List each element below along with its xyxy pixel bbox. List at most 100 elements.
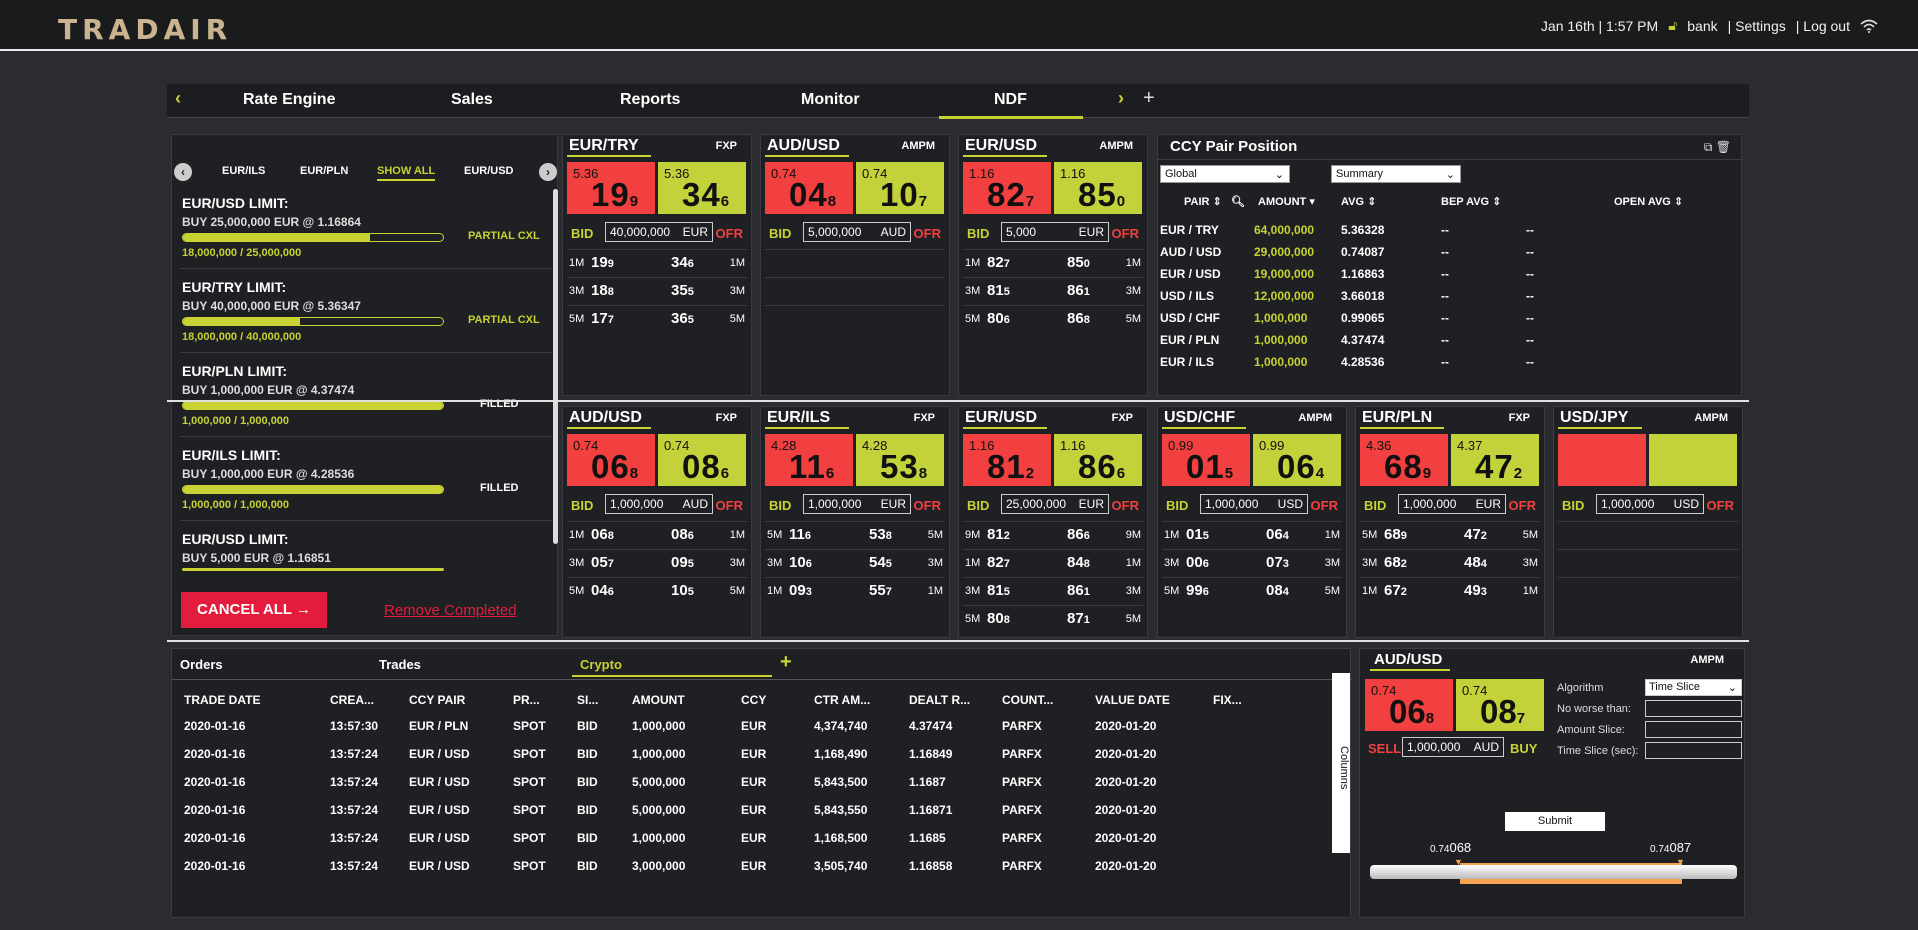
tile-quantity-input[interactable]: 5,000,000 AUD <box>803 222 911 242</box>
ofr-label[interactable]: OFR <box>914 498 941 513</box>
ask-price-box[interactable]: 4.37 472 <box>1451 434 1539 486</box>
ofr-label[interactable]: OFR <box>1707 498 1734 513</box>
pos-header-pair[interactable]: PAIR ⇕ 🔍︎ <box>1184 195 1245 208</box>
tenor-row[interactable]: 5M 996 084 5M <box>1162 577 1342 604</box>
limit-tabs-prev-icon[interactable]: ‹ <box>174 163 192 181</box>
tenor-row[interactable]: 3M 815 861 3M <box>963 277 1143 304</box>
bid-label[interactable]: BID <box>571 498 593 513</box>
cancel-all-button[interactable]: CANCEL ALL → <box>181 592 327 628</box>
tile-pair-title[interactable]: EUR/ILS <box>767 409 830 427</box>
tile-quantity-input[interactable]: 1,000,000 AUD <box>605 494 713 514</box>
tile-quantity-input[interactable]: 1,000,000 EUR <box>803 494 911 514</box>
bid-price-box[interactable]: 5.36 199 <box>567 162 655 214</box>
tenor-row[interactable]: 1M 068 086 1M <box>567 521 747 548</box>
ask-price-box[interactable]: 1.16 850 <box>1054 162 1142 214</box>
tile-pair-title[interactable]: AUD/USD <box>569 409 642 427</box>
bid-label[interactable]: BID <box>967 226 989 241</box>
table-row[interactable]: 2020-01-16 13:57:24 EUR / USD SPOT BID 1,000,… <box>172 831 1322 853</box>
algo-sell-price-box[interactable]: 0.74 068 <box>1365 679 1453 731</box>
algo-buy-label[interactable]: BUY <box>1510 741 1537 756</box>
tenor-row[interactable]: 1M 199 346 1M <box>567 249 747 276</box>
tenor-row[interactable]: 1M 015 064 1M <box>1162 521 1342 548</box>
orders-column-header[interactable]: FIX... <box>1213 693 1242 707</box>
time-slice-input[interactable] <box>1645 742 1742 759</box>
tile-quantity-input[interactable]: 1,000,000 USD <box>1596 494 1704 514</box>
tenor-row[interactable]: 3M 106 545 3M <box>765 549 945 576</box>
remove-completed-link[interactable]: Remove Completed <box>384 602 517 619</box>
bid-label[interactable]: BID <box>1562 498 1584 513</box>
tenor-row[interactable] <box>1558 577 1738 604</box>
ask-price-box[interactable] <box>1649 434 1737 486</box>
ofr-label[interactable]: OFR <box>1112 226 1139 241</box>
table-row[interactable]: 2020-01-16 13:57:24 EUR / USD SPOT BID 3,000,… <box>172 859 1322 881</box>
tenor-row[interactable]: 5M 806 868 5M <box>963 305 1143 332</box>
tile-quantity-input[interactable]: 5,000 EUR <box>1001 222 1109 242</box>
bid-price-box[interactable]: 0.99 015 <box>1162 434 1250 486</box>
tenor-row[interactable]: 3M 188 355 3M <box>567 277 747 304</box>
tile-pair-title[interactable]: EUR/USD <box>965 137 1037 155</box>
tenor-row[interactable]: 5M 177 365 5M <box>567 305 747 332</box>
ask-price-box[interactable]: 5.36 346 <box>658 162 746 214</box>
orders-column-header[interactable]: SI... <box>577 693 598 707</box>
tile-pair-title[interactable]: EUR/TRY <box>569 137 639 155</box>
tabs-prev-arrow[interactable]: ‹ <box>175 88 181 109</box>
tab-crypto[interactable]: Crypto <box>580 657 622 672</box>
amount-slice-input[interactable] <box>1645 721 1742 738</box>
table-row[interactable]: 2020-01-16 13:57:24 EUR / USD SPOT BID 5,000,… <box>172 803 1322 825</box>
tile-pair-title[interactable]: EUR/PLN <box>1362 409 1432 427</box>
position-view-select[interactable]: Summary ⌄ <box>1331 165 1461 183</box>
tenor-row[interactable] <box>1558 549 1738 576</box>
logout-link[interactable]: | Log out <box>1796 18 1850 34</box>
tab-sales[interactable]: Sales <box>451 91 493 109</box>
tenor-row[interactable]: 5M 046 105 5M <box>567 577 747 604</box>
orders-column-header[interactable]: TRADE DATE <box>184 693 260 707</box>
limit-tab-eur-usd[interactable]: EUR/USD <box>464 165 514 177</box>
tenor-row[interactable] <box>765 249 945 276</box>
ofr-label[interactable]: OFR <box>914 226 941 241</box>
algo-quantity-input[interactable]: 1,000,000 AUD <box>1402 737 1504 757</box>
tab-rate-engine[interactable]: Rate Engine <box>243 91 335 109</box>
ask-price-box[interactable]: 4.28 538 <box>856 434 944 486</box>
table-row[interactable]: 2020-01-16 13:57:24 EUR / USD SPOT BID 1,000,… <box>172 747 1322 769</box>
ofr-label[interactable]: OFR <box>716 498 743 513</box>
tenor-row[interactable]: 3M 815 861 3M <box>963 577 1143 604</box>
pos-header-amount[interactable]: AMOUNT ▾ <box>1258 195 1315 208</box>
tab-monitor[interactable]: Monitor <box>801 91 860 109</box>
limit-list-scrollbar[interactable] <box>553 189 558 544</box>
tenor-row[interactable]: 3M 006 073 3M <box>1162 549 1342 576</box>
tenor-row[interactable]: 5M 116 538 5M <box>765 521 945 548</box>
add-tab-button[interactable]: + <box>1143 87 1155 110</box>
orders-column-header[interactable]: CTR AM... <box>814 693 870 707</box>
tab-orders[interactable]: Orders <box>180 657 223 672</box>
range-slider-track[interactable] <box>1370 865 1737 879</box>
submit-button[interactable]: Submit <box>1505 812 1605 831</box>
orders-column-header[interactable]: COUNT... <box>1002 693 1053 707</box>
bid-price-box[interactable]: 1.16 827 <box>963 162 1051 214</box>
tenor-row[interactable]: 5M 689 472 5M <box>1360 521 1540 548</box>
bid-label[interactable]: BID <box>1166 498 1188 513</box>
ofr-label[interactable]: OFR <box>1112 498 1139 513</box>
ask-price-box[interactable]: 1.16 866 <box>1054 434 1142 486</box>
tenor-row[interactable]: 1M 827 850 1M <box>963 249 1143 276</box>
bid-price-box[interactable] <box>1558 434 1646 486</box>
tenor-row[interactable]: 1M 093 557 1M <box>765 577 945 604</box>
table-row[interactable]: 2020-01-16 13:57:24 EUR / USD SPOT BID 5,000,… <box>172 775 1322 797</box>
bid-price-box[interactable]: 4.28 116 <box>765 434 853 486</box>
table-row[interactable]: 2020-01-16 13:57:30 EUR / PLN SPOT BID 1,000,… <box>172 719 1322 741</box>
pos-header-open-avg[interactable]: OPEN AVG ⇕ <box>1614 195 1683 208</box>
bid-price-box[interactable]: 4.36 689 <box>1360 434 1448 486</box>
tile-pair-title[interactable]: AUD/USD <box>767 137 840 155</box>
orders-column-header[interactable]: CREA... <box>330 693 374 707</box>
algo-sell-label[interactable]: SELL <box>1368 741 1401 756</box>
limit-tab-show-all[interactable]: SHOW ALL <box>377 165 436 181</box>
bid-label[interactable]: BID <box>769 226 791 241</box>
orders-column-header[interactable]: VALUE DATE <box>1095 693 1170 707</box>
bid-label[interactable]: BID <box>769 498 791 513</box>
tile-pair-title[interactable]: USD/CHF <box>1164 409 1235 427</box>
algorithm-select[interactable]: Time Slice ⌄ <box>1645 679 1742 696</box>
pos-header-bep-avg[interactable]: BEP AVG ⇕ <box>1441 195 1501 208</box>
bid-price-box[interactable]: 1.16 812 <box>963 434 1051 486</box>
tenor-row[interactable] <box>765 277 945 304</box>
orders-column-header[interactable]: DEALT R... <box>909 693 970 707</box>
tenor-row[interactable] <box>765 305 945 332</box>
